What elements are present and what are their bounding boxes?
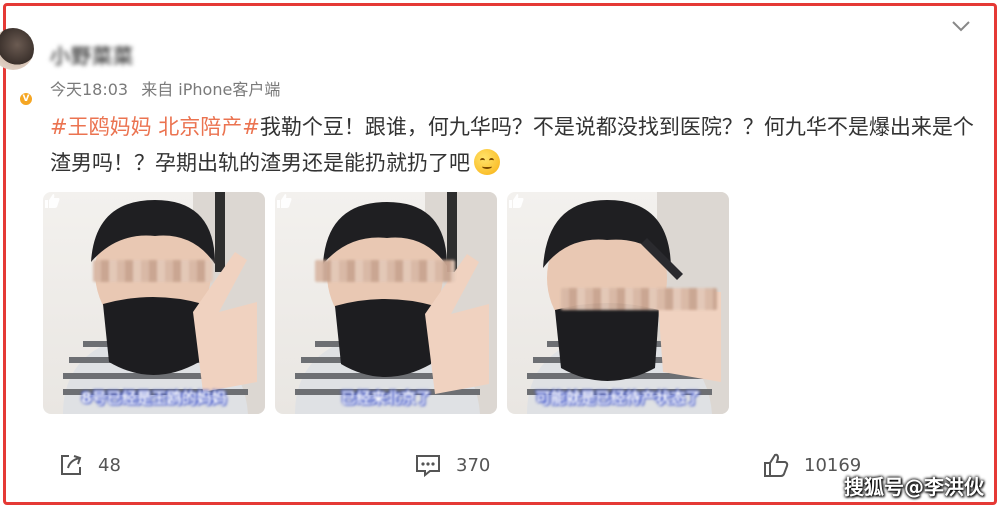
post-meta: 今天18:03 来自 iPhone客户端: [50, 76, 288, 100]
post-source[interactable]: 来自 iPhone客户端: [141, 80, 280, 99]
image-caption: 8号已经是王鸥的妈妈: [81, 389, 227, 407]
post-time: 今天18:03: [50, 80, 129, 99]
chevron-down-icon[interactable]: [950, 18, 972, 34]
post-image-2[interactable]: 已经来北京了: [275, 192, 497, 414]
comment-button[interactable]: 370: [414, 452, 490, 478]
blur-mosaic: [561, 288, 717, 310]
image-caption: 已经来北京了: [340, 389, 431, 407]
thumbs-up-icon: [45, 194, 60, 208]
blur-mosaic: [93, 260, 213, 282]
share-icon: [61, 455, 82, 475]
post-body: #王鸥妈妈 北京陪产#我勒个豆！跟谁，何九华吗？不是说都没找到医院？？何九华不是…: [50, 109, 980, 181]
username[interactable]: 小野菜菜: [50, 40, 134, 69]
thumbs-up-icon: [509, 194, 524, 208]
hashtag-link[interactable]: #王鸥妈妈 北京陪产#: [50, 115, 260, 139]
comment-icon: [416, 455, 440, 478]
thumbs-up-icon: [277, 194, 292, 208]
watermark: 搜狐号@李洪伙: [844, 475, 984, 499]
avatar[interactable]: [0, 28, 34, 70]
post-image-1[interactable]: 8号已经是王鸥的妈妈: [43, 192, 265, 414]
share-count: 48: [98, 454, 121, 476]
share-button[interactable]: 48: [58, 452, 121, 478]
thumbs-up-icon: [764, 453, 789, 477]
comment-count: 370: [456, 454, 491, 476]
person-photo-icon: [63, 192, 265, 414]
verified-badge-icon: V: [18, 91, 34, 107]
person-photo-icon: [295, 192, 497, 414]
post-image-3[interactable]: 可能就是已经待产状态了: [507, 192, 729, 414]
smile-emoji-icon: [474, 149, 500, 175]
image-caption: 可能就是已经待产状态了: [535, 389, 701, 407]
blur-mosaic: [315, 260, 455, 282]
